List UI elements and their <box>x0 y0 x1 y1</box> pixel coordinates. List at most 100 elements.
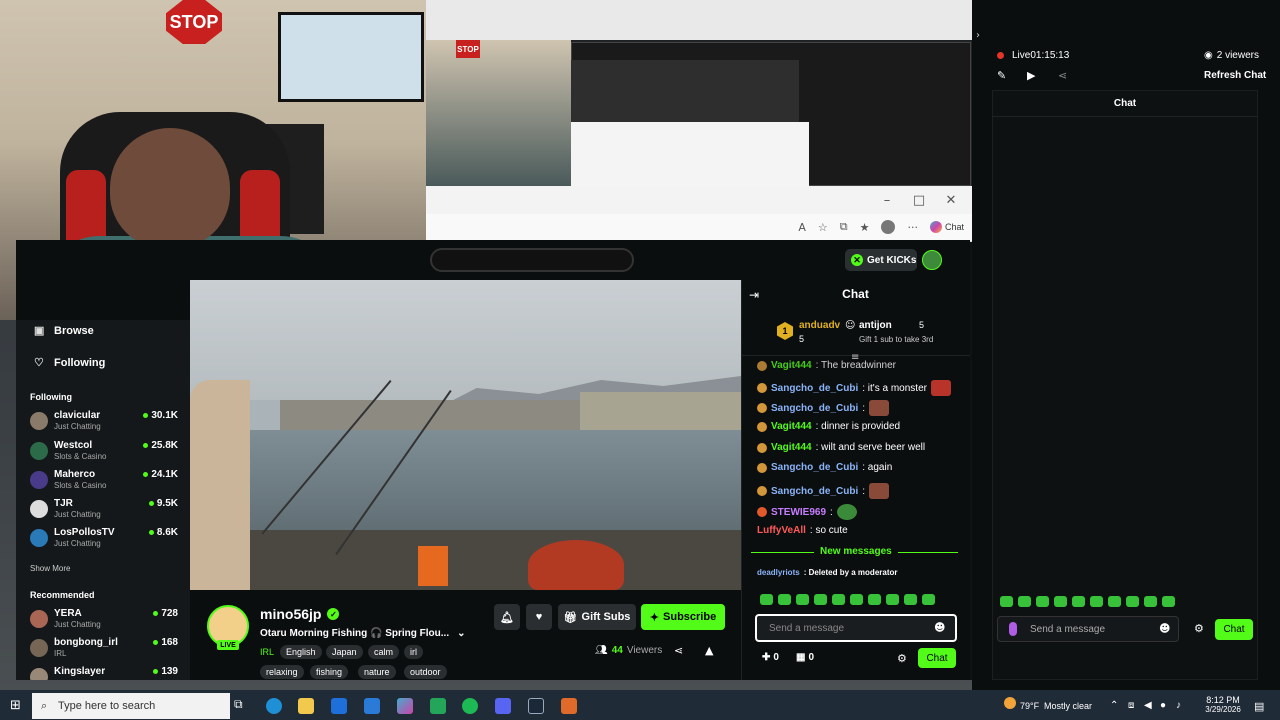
viewer-count: 30.1K <box>143 410 178 421</box>
search-icon: ⌕ <box>41 699 48 712</box>
minimize-icon[interactable]: – <box>872 188 902 212</box>
tag[interactable]: Japan <box>326 645 363 659</box>
video-player[interactable] <box>190 280 741 590</box>
following-channel[interactable]: Westcol Slots & Casino 25.8K <box>30 440 190 466</box>
kicks-balance[interactable]: ✚ 0 <box>762 652 779 663</box>
copilot-icon[interactable] <box>929 221 942 233</box>
maximize-icon[interactable]: □ <box>904 188 934 212</box>
following-channel[interactable]: LosPollosTV Just Chatting 8.6K <box>30 527 190 553</box>
extensions-icon[interactable]: ⧉ <box>840 220 848 234</box>
favorites-icon[interactable]: ★ <box>860 221 870 234</box>
emoji-icon[interactable]: ☻ <box>1159 622 1170 635</box>
streamer-name[interactable]: mino56jp <box>260 606 321 622</box>
tag[interactable]: nature <box>358 665 396 679</box>
viewer-count: 8.6K <box>148 527 178 538</box>
taskbar-search[interactable]: Type here to search <box>32 693 230 719</box>
tag[interactable]: relaxing <box>260 665 304 679</box>
volume-icon[interactable]: ◀ <box>1144 700 1152 711</box>
top-gifter-name[interactable]: antijon <box>859 320 892 331</box>
following-channel[interactable]: TJR Just Chatting 9.5K <box>30 498 190 524</box>
search-input[interactable] <box>430 248 634 272</box>
edit-icon[interactable]: ✎ <box>997 69 1006 82</box>
tag-category[interactable]: IRL <box>260 645 274 659</box>
file-explorer-icon[interactable] <box>298 698 314 714</box>
edge-icon[interactable] <box>266 698 282 714</box>
settings-gear-icon[interactable]: ⚙ <box>897 652 907 665</box>
tag[interactable]: irl <box>404 645 423 659</box>
top-gifter-name[interactable]: anduadv <box>799 320 840 331</box>
microphone-icon[interactable] <box>1009 622 1017 636</box>
share-icon[interactable]: ⋖ <box>674 644 683 657</box>
popout-chat-input[interactable]: Send a message <box>997 616 1179 642</box>
discord-icon[interactable] <box>495 698 511 714</box>
tag[interactable]: calm <box>368 645 400 659</box>
chevron-up-icon[interactable]: ⌃ <box>1110 700 1118 711</box>
following-channel[interactable]: clavicular Just Chatting 30.1K <box>30 410 190 436</box>
recommended-channel[interactable]: Kingslayer 139 <box>30 666 190 680</box>
copilot-chat-label[interactable]: Chat <box>945 222 964 232</box>
chatgpt-icon[interactable] <box>430 698 446 714</box>
task-view-icon[interactable]: ⧉ <box>234 697 243 712</box>
obs-icon[interactable] <box>561 698 577 714</box>
subs-balance[interactable]: ▦ 0 <box>796 652 814 663</box>
close-icon[interactable]: ✕ <box>936 188 966 212</box>
live-label: Live <box>1012 50 1031 61</box>
share-icon[interactable]: ⋖ <box>1058 69 1067 82</box>
emoji-icon[interactable]: ☻ <box>934 621 945 634</box>
address-bar[interactable]: A ☆ ⧉ ★ ··· Chat <box>426 214 972 242</box>
weather-desc[interactable]: Mostly clear <box>1044 701 1092 711</box>
streamer-name-row[interactable]: mino56jp ✓ <box>260 606 340 622</box>
steam-icon[interactable] <box>528 698 544 714</box>
mic-icon[interactable]: ● <box>1160 700 1166 711</box>
spotify-icon[interactable] <box>462 698 478 714</box>
notification-icon[interactable]: ▤ <box>1254 700 1264 713</box>
verified-icon: ✓ <box>327 608 340 620</box>
copilot-icon[interactable] <box>397 698 413 714</box>
live-timer: Live 01:15:13 <box>1012 50 1069 61</box>
chat-send-button[interactable]: Chat <box>918 648 956 668</box>
mirror-stop-sign: STOP <box>456 40 480 58</box>
recommended-channel[interactable]: YERA Just Chatting 728 <box>30 608 190 634</box>
chevron-down-icon[interactable]: ⌄ <box>457 628 465 639</box>
more-icon[interactable]: ··· <box>907 221 918 234</box>
user-avatar[interactable] <box>922 250 942 270</box>
refresh-chat-button[interactable]: Refresh Chat <box>1204 70 1266 81</box>
following-channel[interactable]: Maherco Slots & Casino 24.1K <box>30 469 190 495</box>
recommended-channel[interactable]: bongbong_irl IRL 168 <box>30 637 190 663</box>
mail-icon[interactable] <box>364 698 380 714</box>
tag[interactable]: fishing <box>310 665 349 679</box>
gift-subs-button[interactable]: 🎁︎ Gift Subs <box>558 604 636 630</box>
store-icon[interactable] <box>331 698 347 714</box>
taskbar-clock[interactable]: 8:12 PM 3/29/2026 <box>1205 695 1241 714</box>
settings-gear-icon[interactable]: ⚙ <box>1194 622 1204 635</box>
show-more-link[interactable]: Show More <box>30 564 70 573</box>
follow-button[interactable]: ♥ <box>526 604 552 630</box>
chat-input[interactable]: Send a message <box>755 614 957 642</box>
live-badge: LIVE <box>217 640 239 650</box>
clip-icon[interactable]: ▶ <box>1027 69 1035 82</box>
popout-emote-bar[interactable] <box>1000 596 1175 607</box>
users-icon: 👥︎ <box>595 645 608 656</box>
subscribe-button[interactable]: ✦ Subscribe <box>641 604 725 630</box>
nav-browse[interactable]: ▣ Browse <box>34 324 94 338</box>
profile-avatar[interactable] <box>881 220 896 234</box>
bell-button[interactable]: 🔔︎ <box>494 604 520 630</box>
network-icon[interactable]: ⧈ <box>1128 700 1134 711</box>
chevron-right-icon[interactable]: › <box>976 30 980 41</box>
viewer-count: 139 <box>153 666 178 677</box>
viewer-count: 168 <box>153 637 178 648</box>
get-kicks-button[interactable]: ✕ Get KICKs <box>845 249 917 271</box>
read-aloud-icon[interactable]: A <box>798 221 806 234</box>
nav-following[interactable]: ♡ Following <box>34 356 105 370</box>
deleted-message: deadlyriots: Deleted by a moderator <box>757 568 898 577</box>
windows-start-icon[interactable]: ⊞ <box>10 698 21 713</box>
tag[interactable]: English <box>280 645 322 659</box>
weather-temp[interactable]: 79°F <box>1020 701 1039 711</box>
popout-chat-send-button[interactable]: Chat <box>1215 619 1253 640</box>
favorite-star-icon[interactable]: ☆ <box>818 221 828 234</box>
tag[interactable]: outdoor <box>404 665 447 679</box>
emote-bar[interactable] <box>760 594 935 605</box>
speaker-icon[interactable]: ♪ <box>1176 700 1181 711</box>
report-icon[interactable]: ▲ <box>705 644 713 657</box>
new-messages-label[interactable]: New messages <box>814 546 898 557</box>
